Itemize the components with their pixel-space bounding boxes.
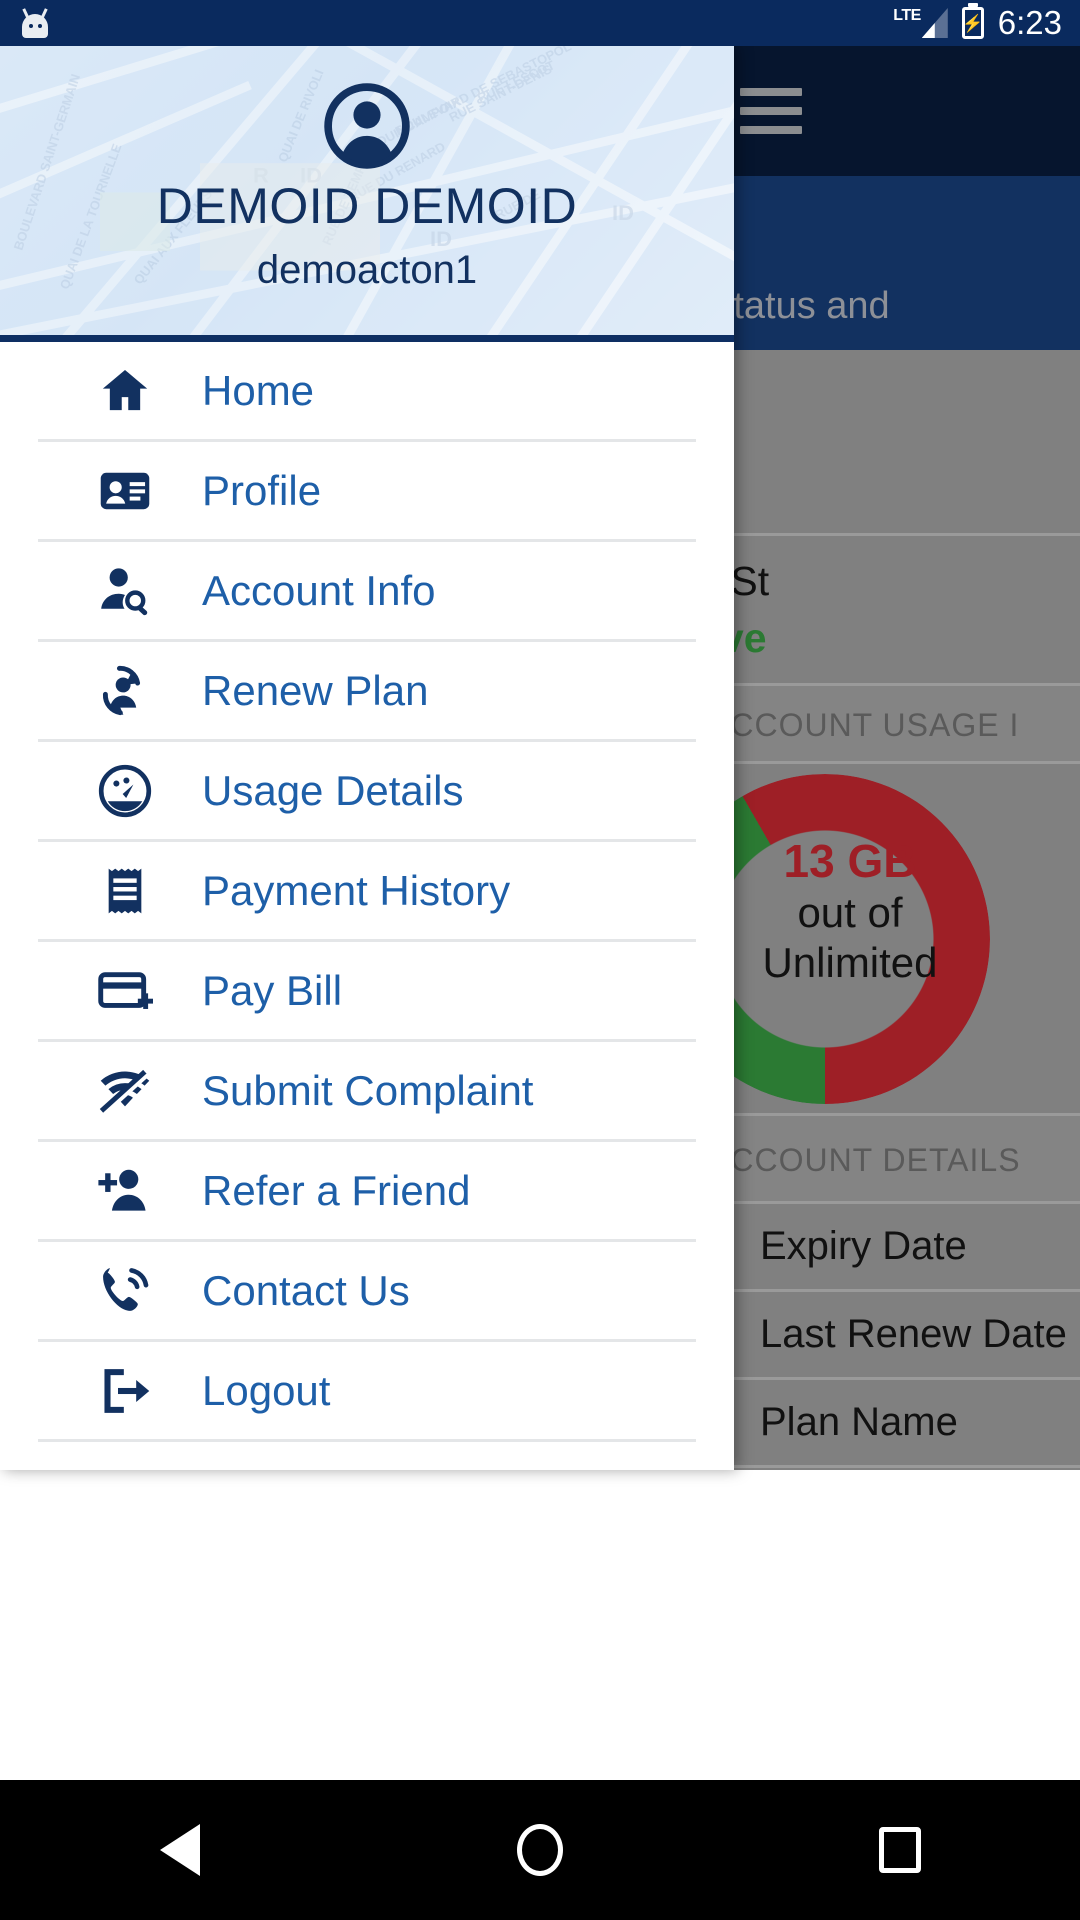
sidebar-item-refer-a-friend[interactable]: Refer a Friend: [38, 1142, 696, 1242]
usage-used-value: 13 GB: [783, 835, 917, 887]
card-plus-icon: [94, 960, 156, 1022]
sidebar-item-label: Home: [202, 366, 315, 414]
donut-center-label: 13 GB out of Unlimited: [700, 834, 1000, 987]
android-navigation-bar: [0, 1780, 1080, 1920]
drawer-user-name: DEMOID DEMOID: [156, 177, 578, 234]
sidebar-item-submit-complaint[interactable]: Submit Complaint: [38, 1042, 696, 1142]
sidebar-item-home[interactable]: Home: [38, 342, 696, 442]
person-search-icon: [94, 560, 156, 622]
sidebar-item-renew-plan[interactable]: Renew Plan: [38, 642, 696, 742]
person-refresh-icon: [94, 660, 156, 722]
sidebar-item-label: Pay Bill: [202, 966, 343, 1014]
usage-section-header-text: ACCOUNT USAGE I: [708, 706, 1020, 743]
battery-charging-icon: ⚡: [961, 7, 984, 39]
nav-home-button[interactable]: [450, 1780, 630, 1920]
nav-back-button[interactable]: [90, 1780, 270, 1920]
detail-label: Expiry Date: [760, 1224, 967, 1268]
sidebar-item-account-info[interactable]: Account Info: [38, 542, 696, 642]
sidebar-item-label: Logout: [202, 1366, 331, 1414]
usage-outof-text: out of: [797, 889, 903, 937]
wifi-off-icon: [94, 1060, 156, 1122]
nav-recents-button[interactable]: [810, 1780, 990, 1920]
sidebar-item-label: Account Info: [202, 566, 436, 614]
sidebar-item-logout[interactable]: Logout: [38, 1342, 696, 1442]
receipt-icon: [94, 860, 156, 922]
page-title-text: Status and: [708, 285, 890, 327]
signal-icon: LTE: [893, 8, 948, 38]
sidebar-item-label: Contact Us: [202, 1266, 410, 1314]
navigation-drawer: BOULEVARD SAINT-GERMAIN QUAI DE LA TOURN…: [0, 46, 734, 1470]
status-bar: LTE ⚡ 6:23: [0, 0, 1080, 46]
usage-total-value: Unlimited: [762, 938, 938, 986]
sidebar-item-usage-details[interactable]: Usage Details: [38, 742, 696, 842]
powered-by-line1: Powered By: [0, 1468, 734, 1470]
detail-label: Plan Name: [760, 1400, 958, 1444]
network-type-label: LTE: [893, 7, 921, 24]
details-section-header-text: ACCOUNT DETAILS: [708, 1141, 1021, 1178]
sidebar-item-label: Usage Details: [202, 766, 464, 814]
user-avatar-icon: [323, 82, 411, 170]
drawer-username: demoacton1: [256, 248, 478, 293]
svg-text:ID: ID: [612, 200, 634, 225]
sidebar-item-profile[interactable]: Profile: [38, 442, 696, 542]
sidebar-item-pay-bill[interactable]: Pay Bill: [38, 942, 696, 1042]
phone-ring-icon: [94, 1260, 156, 1322]
home-icon: [94, 360, 156, 422]
android-head-icon: [18, 8, 52, 38]
status-bar-right: LTE ⚡ 6:23: [893, 4, 1062, 42]
sidebar-item-payment-history[interactable]: Payment History: [38, 842, 696, 942]
drawer-footer: Powered By Spacecom Software LLP: [0, 1468, 734, 1470]
status-bar-clock: 6:23: [997, 4, 1062, 41]
drawer-header: BOULEVARD SAINT-GERMAIN QUAI DE LA TOURN…: [0, 46, 734, 342]
detail-label: Last Renew Date: [760, 1312, 1067, 1356]
drawer-menu-list: Home Profile Account Info Renew Plan Usa…: [0, 342, 734, 1442]
back-triangle-icon: [160, 1824, 200, 1876]
sidebar-item-contact-us[interactable]: Contact Us: [38, 1242, 696, 1342]
status-bar-left: [18, 8, 893, 38]
recents-square-icon: [879, 1827, 921, 1873]
home-circle-icon: [517, 1824, 563, 1876]
hamburger-icon[interactable]: [740, 88, 802, 134]
sidebar-item-label: Submit Complaint: [202, 1066, 534, 1114]
sidebar-item-label: Profile: [202, 466, 322, 514]
sidebar-item-label: Refer a Friend: [202, 1166, 471, 1214]
logout-icon: [94, 1360, 156, 1422]
person-add-icon: [94, 1160, 156, 1222]
speedometer-icon: [94, 760, 156, 822]
sidebar-item-label: Payment History: [202, 866, 511, 914]
drawer-profile: DEMOID DEMOID demoacton1: [157, 82, 577, 294]
sidebar-item-label: Renew Plan: [202, 666, 429, 714]
contact-card-icon: [94, 460, 156, 522]
